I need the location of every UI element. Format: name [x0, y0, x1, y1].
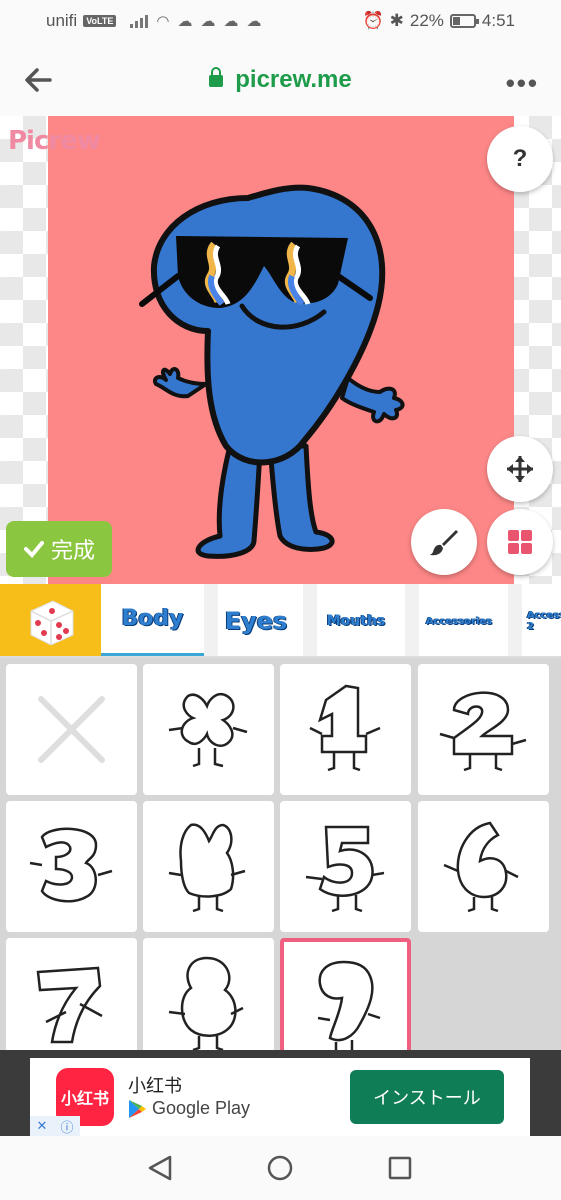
store-name: Google Play	[152, 1098, 251, 1118]
nav-back-icon[interactable]	[146, 1154, 174, 1187]
tab-body[interactable]: Body	[101, 584, 204, 656]
picrew-logo: Picrew	[8, 126, 101, 156]
screen: unifi VoLTE ◠ ☁ ☁ ☁ ☁ ⏰ ✱ 22% 4:51 picre…	[0, 0, 561, 1200]
system-nav-bar	[0, 1136, 561, 1200]
wifi-icon: ◠	[156, 13, 170, 30]
option-body-eight[interactable]	[143, 938, 274, 1050]
tab-divider	[303, 584, 317, 656]
notification-icon: ☁	[177, 13, 193, 30]
randomize-button[interactable]	[0, 584, 101, 656]
tab-divider	[508, 584, 522, 656]
url-text: picrew.me	[235, 66, 352, 93]
option-body-one[interactable]	[280, 664, 411, 795]
checkmark-icon	[23, 541, 44, 558]
more-menu-icon[interactable]: •••	[506, 68, 539, 99]
notification-icon: ☁	[200, 13, 216, 30]
option-body-six[interactable]	[418, 801, 549, 932]
option-body-nine[interactable]	[280, 938, 411, 1050]
tab-divider	[204, 584, 218, 656]
status-bar: unifi VoLTE ◠ ☁ ☁ ☁ ☁ ⏰ ✱ 22% 4:51	[0, 0, 561, 44]
status-right: ⏰ ✱ 22% 4:51	[362, 11, 515, 31]
help-button[interactable]: ?	[487, 126, 553, 192]
battery-icon	[449, 14, 479, 28]
move-arrows-icon	[507, 456, 533, 482]
browser-toolbar: picrew.me •••	[0, 44, 561, 116]
tab-divider	[405, 584, 419, 656]
option-body-three[interactable]	[6, 801, 137, 932]
url-display[interactable]: picrew.me	[0, 66, 561, 94]
dice-icon	[30, 600, 73, 646]
close-icon[interactable]: ✕	[37, 1118, 48, 1134]
volte-badge: VoLTE	[83, 15, 117, 27]
info-icon[interactable]: ⓘ	[60, 1117, 73, 1136]
google-play-icon	[129, 1099, 146, 1118]
layout-grid-button[interactable]	[487, 509, 553, 575]
character-canvas: Picrew ? 完成	[0, 116, 561, 584]
tab-mouths[interactable]: Mouths	[322, 584, 390, 656]
option-body-seven[interactable]	[6, 938, 137, 1050]
body-options-grid	[0, 658, 561, 1050]
option-body-four-alt[interactable]	[143, 801, 274, 932]
tab-eyes[interactable]: Eyes	[222, 584, 290, 656]
option-body-four[interactable]	[143, 664, 274, 795]
parts-tabbar: Body Eyes Mouths Accessories Access... 2	[0, 584, 561, 658]
done-label: 完成	[50, 538, 95, 563]
store-label: Google Play	[128, 1098, 250, 1119]
carrier-label: unifi	[46, 11, 78, 30]
nav-recents-icon[interactable]	[386, 1154, 414, 1187]
option-body-two[interactable]	[418, 664, 549, 795]
clock: 4:51	[481, 11, 515, 30]
tab-accessories-2[interactable]: Access... 2	[527, 584, 561, 656]
ad-content[interactable]: 小红书 小红书 Google Play インストール	[30, 1058, 530, 1136]
nav-home-icon[interactable]	[266, 1154, 294, 1187]
move-button[interactable]	[487, 436, 553, 502]
notification-icon: ☁	[223, 13, 239, 30]
brush-icon	[430, 530, 458, 556]
grid-icon	[508, 530, 532, 554]
install-button[interactable]: インストール	[350, 1070, 504, 1124]
option-none[interactable]	[6, 664, 137, 795]
bluetooth-icon: ✱	[389, 11, 404, 30]
ad-banner: 小红书 小红书 Google Play インストール ✕ ⓘ	[0, 1050, 561, 1136]
ad-choices[interactable]: ✕ ⓘ	[30, 1116, 80, 1136]
option-body-five[interactable]	[280, 801, 411, 932]
alarm-icon: ⏰	[362, 11, 384, 30]
tab-accessories[interactable]: Accessories	[424, 584, 494, 656]
color-brush-button[interactable]	[411, 509, 477, 575]
battery-percent: 22%	[409, 11, 444, 30]
app-name: 小红书	[128, 1076, 182, 1096]
notification-icon: ☁	[246, 13, 262, 30]
done-button[interactable]: 完成	[6, 521, 112, 577]
lock-icon	[209, 67, 224, 87]
status-left: unifi VoLTE ◠ ☁ ☁ ☁ ☁	[46, 11, 261, 31]
signal-icon	[130, 14, 149, 28]
